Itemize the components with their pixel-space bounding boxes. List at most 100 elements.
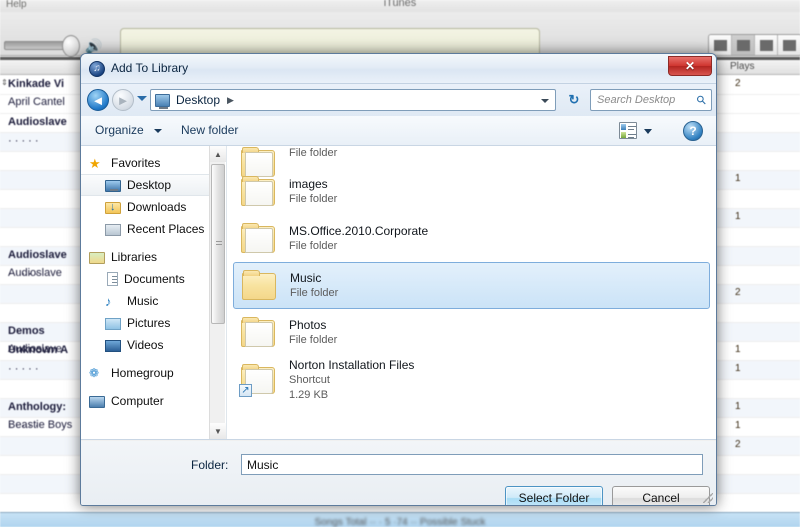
track-title: Audioslave bbox=[8, 116, 67, 128]
organize-chevron-down-icon[interactable] bbox=[154, 129, 162, 133]
view-button-album-list[interactable] bbox=[732, 35, 755, 55]
recent-places-icon bbox=[105, 224, 121, 236]
sidebar-item-label: Music bbox=[127, 294, 159, 308]
library-folder-icon bbox=[89, 252, 105, 264]
sidebar-item-desktop[interactable]: Desktop bbox=[81, 174, 209, 196]
view-mode-icon[interactable] bbox=[619, 122, 637, 139]
sidebar-item-music[interactable]: ♪ Music bbox=[81, 290, 209, 312]
column-header-plays[interactable]: Plays bbox=[730, 61, 754, 72]
file-list-item[interactable]: File folder bbox=[227, 146, 716, 177]
sidebar-item-computer[interactable]: Computer bbox=[81, 390, 209, 412]
star-icon: ★ bbox=[89, 155, 101, 171]
file-list-item[interactable]: Photos File folder bbox=[227, 309, 716, 356]
scrollbar-thumb[interactable] bbox=[211, 164, 225, 324]
sidebar-item-libraries[interactable]: Libraries bbox=[81, 246, 209, 268]
folder-label: Folder: bbox=[191, 458, 229, 472]
itunes-view-mode-buttons[interactable] bbox=[708, 34, 800, 56]
picture-icon bbox=[105, 318, 121, 330]
file-list-item[interactable]: MS.Office.2010.Corporate File folder bbox=[227, 215, 716, 262]
sidebar-item-label: Downloads bbox=[127, 200, 187, 214]
forward-button[interactable]: ► bbox=[112, 89, 134, 111]
folder-open-icon bbox=[239, 316, 279, 350]
sidebar-item-label: Favorites bbox=[111, 156, 161, 170]
folder-icon bbox=[240, 269, 280, 303]
scroll-down-arrow-icon[interactable]: ▼ bbox=[210, 423, 226, 439]
organize-button[interactable]: Organize bbox=[95, 123, 144, 137]
sidebar-item-label: Libraries bbox=[111, 250, 158, 264]
file-list-item[interactable]: ↗ Norton Installation Files Shortcut 1.29 K… bbox=[227, 356, 716, 403]
dialog-footer: Folder: Select Folder Cancel bbox=[81, 441, 716, 505]
view-mode-chevron-down-icon[interactable] bbox=[644, 129, 652, 134]
new-folder-button[interactable]: New folder bbox=[181, 123, 238, 137]
file-list-pane[interactable]: File folder images File folder MS.Office.20… bbox=[227, 146, 716, 439]
sidebar-group: Libraries Documents ♪ Music Pictures Videos bbox=[81, 246, 209, 356]
view-button-grid[interactable] bbox=[755, 35, 778, 55]
sidebar-item-documents[interactable]: Documents bbox=[81, 268, 209, 290]
track-title: Unknown A bbox=[8, 344, 69, 356]
breadcrumb-desktop[interactable]: Desktop bbox=[176, 93, 220, 107]
navigation-pane-scrollbar[interactable]: ▲ ▼ bbox=[209, 146, 226, 439]
scroll-up-arrow-icon[interactable]: ▲ bbox=[210, 146, 226, 162]
sidebar-item-recent-places[interactable]: Recent Places bbox=[81, 218, 209, 240]
file-list-item[interactable]: Music File folder bbox=[233, 262, 710, 309]
sidebar-item-downloads[interactable]: Downloads bbox=[81, 196, 209, 218]
dialog-title-bar[interactable]: ♫ Add To Library ✕ bbox=[81, 54, 716, 84]
sidebar-item-videos[interactable]: Videos bbox=[81, 334, 209, 356]
file-item-type: File folder bbox=[289, 240, 338, 253]
breadcrumb-chevron-down-icon[interactable] bbox=[541, 99, 549, 103]
music-note-icon: ♪ bbox=[105, 293, 112, 309]
screen: Help iTunes 🔊 Plays ⇕ Kinkade Vi 2 April C… bbox=[0, 0, 800, 527]
sidebar-item-label: Videos bbox=[127, 338, 164, 352]
select-folder-button[interactable]: Select Folder bbox=[505, 486, 603, 505]
itunes-menubar[interactable]: Help iTunes bbox=[0, 0, 800, 12]
navigation-pane[interactable]: ★ Favorites Desktop Downloads Recent Places L… bbox=[81, 146, 209, 439]
sidebar-item-label: Pictures bbox=[127, 316, 171, 330]
close-button[interactable]: ✕ bbox=[668, 56, 712, 76]
refresh-icon[interactable]: ↻ bbox=[563, 89, 585, 111]
file-item-size: 1.29 KB bbox=[289, 388, 329, 401]
sidebar-item-label: Recent Places bbox=[127, 222, 205, 236]
sidebar-item-favorites[interactable]: ★ Favorites bbox=[81, 152, 209, 174]
file-item-name: Music bbox=[290, 270, 322, 285]
track-title: · · · · · bbox=[8, 363, 39, 375]
dialog-title: Add To Library bbox=[111, 61, 189, 75]
video-icon bbox=[105, 340, 121, 352]
recent-locations-chevron-down-icon[interactable] bbox=[137, 96, 147, 101]
file-item-text: Norton Installation Files Shortcut 1.29 KB bbox=[289, 357, 414, 403]
search-box[interactable]: Search Desktop ⚲ bbox=[590, 89, 712, 111]
help-button[interactable]: ? bbox=[683, 121, 703, 141]
track-plays: 2 bbox=[735, 287, 741, 298]
itunes-status-text: Songs Total ·· · 5 ·74 ·· Possible Stuck bbox=[314, 517, 486, 527]
file-item-text: Music File folder bbox=[290, 270, 338, 301]
track-title: Audioslave bbox=[8, 249, 67, 261]
track-plays: 1 bbox=[735, 363, 741, 374]
track-title: · · · · · bbox=[8, 135, 39, 147]
file-item-text: MS.Office.2010.Corporate File folder bbox=[289, 223, 428, 254]
view-button-list[interactable] bbox=[709, 35, 732, 55]
volume-slider-knob[interactable] bbox=[62, 35, 80, 57]
track-title: · · · · · bbox=[8, 268, 39, 280]
back-button[interactable]: ◄ bbox=[87, 89, 109, 111]
sidebar-item-homegroup[interactable]: ❁ Homegroup bbox=[81, 362, 209, 384]
itunes-toolbar: 🔊 bbox=[0, 12, 800, 66]
resize-grip-icon[interactable] bbox=[703, 493, 713, 503]
add-to-library-dialog: ♫ Add To Library ✕ ◄ ► Desktop ▶ ↻ Searc… bbox=[80, 53, 717, 506]
breadcrumb-bar[interactable]: Desktop ▶ bbox=[150, 89, 556, 111]
monitor-icon bbox=[155, 93, 170, 109]
folder-input[interactable] bbox=[241, 454, 703, 475]
cancel-button[interactable]: Cancel bbox=[612, 486, 710, 505]
breadcrumb-arrow-icon[interactable]: ▶ bbox=[227, 95, 234, 106]
monitor-icon bbox=[105, 179, 121, 192]
sidebar-item-pictures[interactable]: Pictures bbox=[81, 312, 209, 334]
file-item-type: File folder bbox=[289, 147, 338, 159]
sidebar-item-label: Computer bbox=[111, 394, 164, 408]
view-button-cover-flow[interactable] bbox=[778, 35, 800, 55]
search-input[interactable]: Search Desktop bbox=[597, 94, 675, 106]
file-item-type: File folder bbox=[289, 193, 338, 206]
file-item-text: Photos File folder bbox=[289, 317, 337, 348]
file-item-type: File folder bbox=[290, 287, 339, 300]
track-title: Anthology: bbox=[8, 401, 67, 413]
file-item-text: images File folder bbox=[289, 176, 337, 207]
file-item-text: File folder bbox=[289, 146, 337, 161]
file-list-item[interactable]: images File folder bbox=[227, 168, 716, 215]
